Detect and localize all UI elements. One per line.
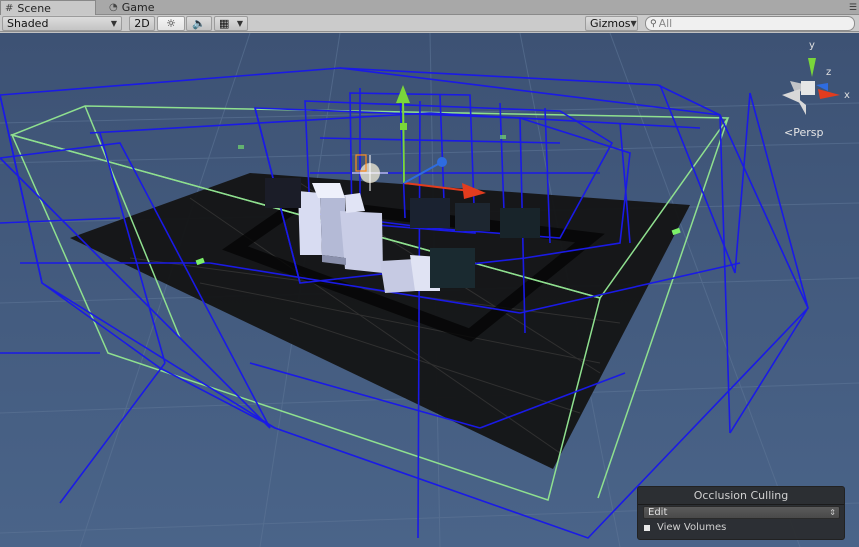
- tab-bar: # Scene ◔ Game ☰: [0, 0, 859, 15]
- projection-label: Persp: [793, 126, 824, 139]
- occlusion-panel-title: Occlusion Culling: [638, 487, 844, 505]
- 2d-toggle-label: 2D: [134, 17, 150, 30]
- scene-toolbar: Shaded ▼ 2D ☼ 🔈 ▦ ▼ Gizmos ▼ ⚲: [0, 15, 859, 32]
- 2d-toggle-button[interactable]: 2D: [129, 16, 155, 31]
- tab-game[interactable]: ◔ Game: [105, 0, 165, 15]
- occlusion-mode-value: Edit: [648, 507, 668, 518]
- lighting-toggle-button[interactable]: ☼: [157, 16, 185, 31]
- pacman-icon: ◔: [109, 2, 118, 13]
- projection-toggle[interactable]: <Persp: [784, 126, 823, 139]
- render-mode-label: Shaded: [7, 17, 49, 30]
- occlusion-mode-dropdown[interactable]: Edit ⇕: [643, 506, 840, 519]
- tab-scene[interactable]: # Scene: [0, 0, 96, 15]
- speaker-icon: 🔈: [192, 17, 206, 30]
- sun-icon: ☼: [166, 17, 176, 30]
- gizmos-dropdown[interactable]: Gizmos ▼: [585, 16, 638, 31]
- occlusion-culling-panel: Occlusion Culling Edit ⇕ View Volumes: [637, 486, 845, 540]
- chevron-down-icon: ▼: [630, 19, 637, 28]
- gizmo-x-label: x: [844, 90, 850, 101]
- scene-viewport[interactable]: y x z <Persp Occlusion Culling Edit ⇕ Vi…: [0, 33, 859, 547]
- view-volumes-toggle[interactable]: View Volumes: [644, 522, 726, 533]
- panel-menu-icon[interactable]: ☰: [849, 0, 857, 15]
- view-volumes-label: View Volumes: [657, 522, 727, 533]
- gizmo-y-label: y: [809, 40, 815, 51]
- search-input[interactable]: [658, 17, 839, 30]
- grid-icon: #: [5, 2, 14, 14]
- tab-game-label: Game: [121, 1, 155, 14]
- chevron-down-icon: ▼: [110, 19, 117, 28]
- audio-toggle-button[interactable]: 🔈: [186, 16, 212, 31]
- view-volumes-checkbox[interactable]: [644, 524, 650, 531]
- tab-scene-label: Scene: [17, 1, 51, 15]
- gizmo-z-label: z: [826, 67, 831, 78]
- search-field[interactable]: ⚲: [645, 16, 855, 31]
- image-icon: ▦: [219, 17, 230, 30]
- scene-render: y x z: [0, 33, 859, 547]
- back-arrow-icon: <: [784, 126, 794, 139]
- chevron-down-icon: ▼: [236, 19, 243, 28]
- search-icon: ⚲: [650, 18, 657, 29]
- updown-arrow-icon: ⇕: [829, 508, 836, 517]
- effects-dropdown[interactable]: ▦ ▼: [214, 16, 248, 31]
- gizmos-label: Gizmos: [590, 17, 631, 30]
- render-mode-dropdown[interactable]: Shaded ▼: [2, 16, 122, 31]
